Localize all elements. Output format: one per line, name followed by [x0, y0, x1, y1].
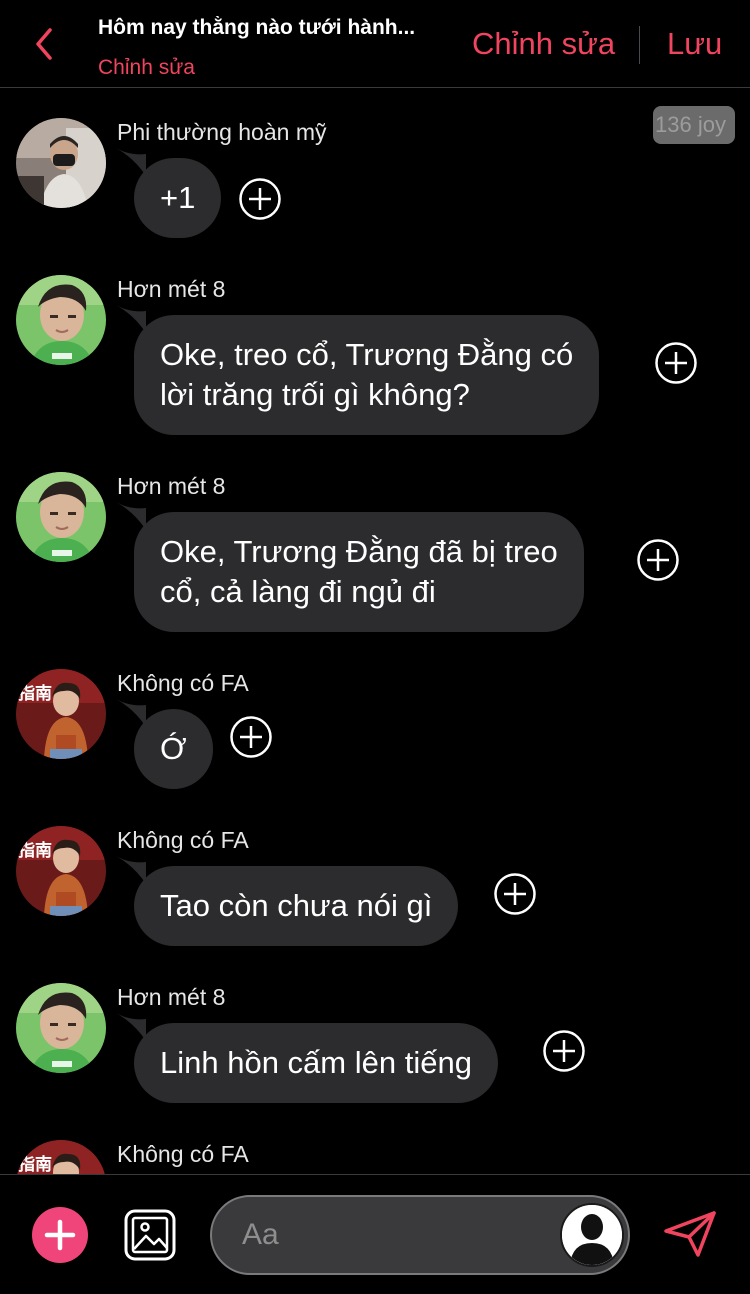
user-avatar-icon: [562, 1205, 622, 1265]
chat-subtitle[interactable]: Chỉnh sửa: [98, 56, 195, 80]
add-reaction-icon[interactable]: [238, 177, 282, 221]
message-bubble[interactable]: Ớ: [134, 709, 213, 789]
message-text: lời trăng trối gì không?: [160, 377, 470, 412]
sender-name: Không có FA: [117, 827, 249, 853]
avatar[interactable]: 指南: [16, 826, 106, 916]
avatar[interactable]: [16, 983, 106, 1073]
avatar[interactable]: [16, 472, 106, 562]
message-text: Ớ: [160, 731, 187, 766]
sender-name: Không có FA: [117, 670, 249, 696]
bubble-tail: [116, 856, 146, 884]
bubble-tail: [116, 1013, 146, 1041]
chat-header: Hôm nay thằng nào tưới hành... Chỉnh sửa…: [0, 0, 750, 88]
add-reaction-icon[interactable]: [654, 341, 698, 385]
svg-text:指南: 指南: [18, 683, 52, 704]
avatar[interactable]: [16, 118, 106, 208]
message-item: Hơn mét 8 Oke, Trương Đằng đã bị treo cổ…: [0, 472, 750, 632]
add-reaction-icon[interactable]: [636, 538, 680, 582]
back-button[interactable]: [28, 24, 60, 64]
svg-text:指南: 指南: [18, 840, 52, 861]
plus-icon: [44, 1219, 76, 1251]
voice-avatar-button[interactable]: [560, 1203, 624, 1267]
sender-name: Không có FA: [117, 1141, 249, 1167]
add-reaction-icon[interactable]: [542, 1029, 586, 1073]
avatar[interactable]: 指南: [16, 669, 106, 759]
chevron-left-icon: [36, 28, 52, 60]
message-list[interactable]: 136 joy Phi thường hoàn mỹ +1 Hơn mét 8 …: [0, 88, 750, 1174]
message-item: 指南 Không có FA: [0, 1140, 750, 1174]
send-icon: [664, 1211, 716, 1257]
add-reaction-icon[interactable]: [493, 872, 537, 916]
message-text: cổ, cả làng đi ngủ đi: [160, 574, 436, 609]
message-text: +1: [160, 180, 196, 215]
save-button[interactable]: Lưu: [667, 26, 722, 62]
sender-name: Hơn mét 8: [117, 984, 226, 1010]
edit-button[interactable]: Chỉnh sửa: [472, 26, 615, 62]
message-bubble[interactable]: Linh hồn cấm lên tiếng: [134, 1023, 498, 1103]
message-item: 指南 Không có FA Ớ: [0, 669, 750, 799]
bubble-tail: [116, 148, 146, 176]
header-divider: [639, 26, 640, 64]
image-button[interactable]: [124, 1209, 176, 1261]
message-item: Phi thường hoàn mỹ +1: [0, 118, 750, 248]
send-button[interactable]: [662, 1209, 718, 1259]
avatar[interactable]: 指南: [16, 1140, 106, 1174]
composer-bar: [0, 1174, 750, 1294]
sender-name: Hơn mét 8: [117, 276, 226, 302]
sender-name: Hơn mét 8: [117, 473, 226, 499]
message-input[interactable]: [240, 1215, 540, 1255]
svg-text:指南: 指南: [18, 1154, 52, 1174]
message-input-wrapper: [210, 1195, 630, 1275]
sender-name: Phi thường hoàn mỹ: [117, 119, 327, 145]
message-item: Hơn mét 8 Linh hồn cấm lên tiếng: [0, 983, 750, 1113]
message-text: Oke, treo cổ, Trương Đằng có: [160, 337, 574, 372]
image-icon: [124, 1209, 176, 1261]
add-reaction-icon[interactable]: [229, 715, 273, 759]
message-item: 指南 Không có FA Tao còn chưa nói gì: [0, 826, 750, 956]
bubble-tail: [116, 699, 146, 727]
message-bubble[interactable]: Tao còn chưa nói gì: [134, 866, 459, 946]
avatar[interactable]: [16, 275, 106, 365]
message-bubble[interactable]: +1: [134, 158, 222, 238]
message-item: Hơn mét 8 Oke, treo cổ, Trương Đằng có l…: [0, 275, 750, 435]
bubble-tail: [116, 502, 146, 530]
bubble-tail: [116, 305, 146, 333]
message-bubble[interactable]: Oke, Trương Đằng đã bị treo cổ, cả làng …: [134, 512, 584, 632]
message-bubble[interactable]: Oke, treo cổ, Trương Đằng có lời trăng t…: [134, 315, 600, 435]
chat-title: Hôm nay thằng nào tưới hành...: [98, 16, 416, 39]
message-text: Tao còn chưa nói gì: [160, 888, 433, 923]
add-button[interactable]: [32, 1207, 88, 1263]
message-text: Linh hồn cấm lên tiếng: [160, 1045, 472, 1080]
message-text: Oke, Trương Đằng đã bị treo: [160, 534, 558, 569]
